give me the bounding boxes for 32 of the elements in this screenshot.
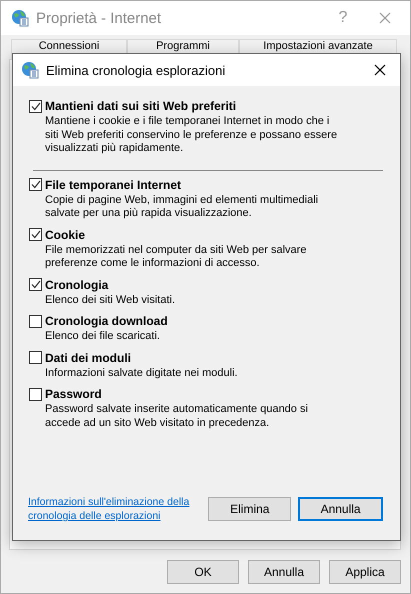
checkbox-label: File temporanei Internet (45, 178, 182, 192)
dialog-button[interactable]: Elimina (208, 497, 292, 521)
checkbox[interactable] (29, 278, 42, 291)
close-icon[interactable] (374, 64, 386, 76)
option-description: Copie di pagine Web, immagini ed elementi multimediali salvate per una più rapida visualizzazione. (45, 194, 320, 220)
option-description: Password salvate inserite automaticamente quando si accede ad un sito Web visitato in precedenza. (45, 403, 309, 430)
option-description: Elenco dei siti Web visitati. (45, 294, 176, 307)
dialog-title: Elimina cronologia esplorazioni (46, 62, 226, 78)
internet-options-icon (11, 9, 29, 27)
checkbox[interactable] (29, 314, 42, 328)
option-description: Informazioni salvate digitate nei moduli. (45, 366, 239, 380)
internet-options-icon (21, 61, 39, 79)
option-description: Mantiene i cookie e i file temporanei Internet in modo che i siti Web preferiti conservino le preferenze e possano essere visualizzati più rapidamente. (45, 115, 338, 156)
option-description: File memorizzati nel computer da siti Web per salvare preferenze come le informazioni di accesso. (45, 244, 308, 270)
dialog-button[interactable]: Annulla (248, 560, 320, 584)
checkbox-label: Cookie (45, 228, 86, 242)
checkbox-label: Password (45, 387, 102, 401)
checkbox[interactable] (29, 388, 42, 400)
checkbox-label: Cronologia (45, 278, 108, 292)
checkbox-label: Cronologia download (45, 314, 168, 328)
checkbox[interactable] (29, 351, 42, 364)
dialog-button[interactable]: Applica (329, 560, 401, 584)
checkbox-label: Dati dei moduli (45, 350, 132, 364)
dialog-button[interactable]: Annulla (298, 497, 383, 521)
help-link[interactable]: Informazioni sull'eliminazione della cronologia delle esplorazioni (28, 495, 202, 523)
dialog-button[interactable]: OK (167, 560, 239, 584)
option-description: Elenco dei file scaricati. (45, 330, 161, 344)
checkbox[interactable] (29, 100, 42, 112)
checkbox-label: Mantieni dati sui siti Web preferiti (45, 99, 236, 113)
checkbox[interactable] (29, 228, 42, 241)
checkbox[interactable] (29, 178, 42, 191)
window-title: Proprietà - Internet (36, 10, 162, 26)
